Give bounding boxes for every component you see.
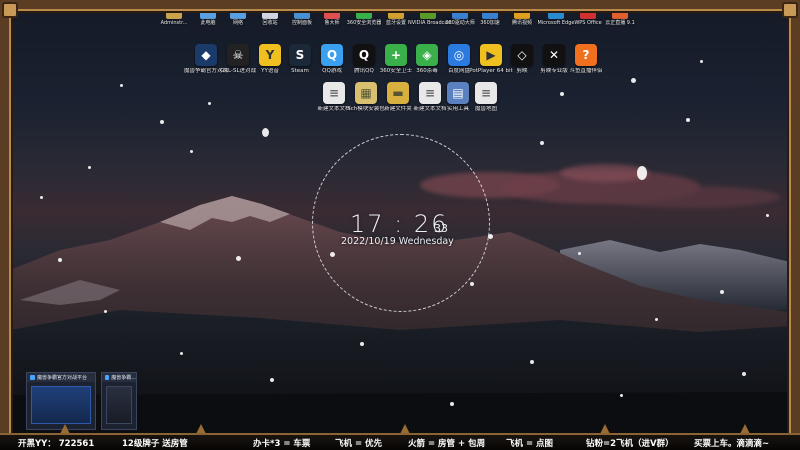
snowflake [190, 150, 193, 153]
snowflake [208, 102, 211, 105]
douyu-icon: ? [575, 44, 597, 66]
window-preview [31, 386, 91, 424]
desktop: Adminstr... 此电脑 网络 回收站 控制面板 鲁大师 360安全浏览器… [0, 0, 800, 450]
jianying-icon: ◇ [511, 44, 533, 66]
snowflake [40, 196, 43, 199]
snowflake [262, 128, 269, 137]
snowflake [620, 394, 623, 397]
qq-penguin-icon: Q [353, 44, 375, 66]
marquee-level: 12级牌子 送房管 [122, 439, 188, 449]
marquee-yy: 开黑YY： 722561 [18, 439, 95, 449]
360-guard-icon: + [385, 44, 407, 66]
marquee-ticket: 买票上车。滴滴滴~ [694, 439, 770, 449]
snowflake [530, 360, 534, 364]
desktop-icon-yunzheng[interactable]: 云正直播 9.1 [600, 10, 640, 26]
clock-seconds: 33 [434, 222, 448, 235]
snowflake [104, 310, 107, 313]
snowflake [488, 234, 493, 239]
snowflake [578, 252, 581, 255]
skull-icon: ☠ [227, 44, 249, 66]
cloud-drive-icon: ◎ [448, 44, 470, 66]
window-preview [106, 386, 132, 424]
snowflake [360, 342, 364, 346]
clock-date-value: 2022/10/19 [341, 236, 396, 247]
snowflake [766, 214, 769, 217]
snowflake [720, 290, 724, 294]
clock-weekday: Wednesday [398, 236, 454, 247]
stream-info-marquee: 开黑YY： 722561 12级牌子 送房管 办卡*3 = 车票 飞机 = 优先… [0, 433, 800, 450]
snowflake [330, 252, 335, 257]
snowflake [58, 258, 62, 262]
qq-game-icon: Q [321, 44, 343, 66]
snowflake [540, 141, 544, 145]
taskbar-thumbnail-warcraft-platform[interactable]: 魔兽争霸官方对战平台 [26, 372, 96, 430]
snowflake [560, 92, 564, 96]
snowflake [450, 402, 454, 406]
archive-icon: ▦ [355, 82, 377, 104]
play-icon: ▶ [480, 44, 502, 66]
thumbnail-title: 魔兽争霸... [111, 375, 136, 381]
snowflake [270, 378, 274, 382]
snowflake [700, 60, 703, 63]
frame-corner [2, 2, 18, 18]
snowflake [686, 118, 690, 122]
snowflake [180, 352, 183, 355]
jianying-pro-icon: ✕ [543, 44, 565, 66]
clock-hours: 17 [350, 210, 385, 238]
marquee-rocket: 火箭 = 房管 + 包周 [408, 439, 486, 449]
snowflake [88, 166, 91, 169]
snowflake [631, 78, 636, 83]
app-icon [30, 375, 35, 380]
desktop-icon-douyu[interactable]: ? 斗鱼直播伴侣 [564, 44, 608, 74]
steam-icon: S [289, 44, 311, 66]
thumbnail-title: 魔兽争霸官方对战平台 [37, 375, 88, 381]
desktop-icon-warcraft-maps[interactable]: ≡ 魔兽地图 [464, 82, 508, 112]
snowflake [655, 318, 658, 321]
taskbar-thumbnail-warcraft[interactable]: 魔兽争霸... [101, 372, 137, 430]
snowflake [637, 166, 647, 180]
text-file-icon: ≡ [475, 82, 497, 104]
snowflake [160, 120, 164, 124]
shield-icon: ◈ [416, 44, 438, 66]
snowflake [742, 372, 746, 376]
snowflake [120, 84, 123, 87]
clock-date: 2022/10/19 Wednesday [341, 236, 454, 247]
marquee-plane-priority: 飞机 = 优先 [335, 439, 383, 449]
warcraft-icon: ◆ [195, 44, 217, 66]
marquee-diamond-fan: 钻粉=2飞机（进V群） [586, 439, 674, 449]
frame-corner [782, 2, 798, 18]
text-file-icon: ≡ [323, 82, 345, 104]
app-icon [105, 375, 110, 380]
snowflake [470, 282, 474, 286]
marquee-plane-map: 飞机 = 点图 [506, 439, 554, 449]
snowflake [236, 256, 241, 261]
marquee-card: 办卡*3 = 车票 [253, 439, 311, 449]
folder-icon: ▬ [387, 82, 409, 104]
